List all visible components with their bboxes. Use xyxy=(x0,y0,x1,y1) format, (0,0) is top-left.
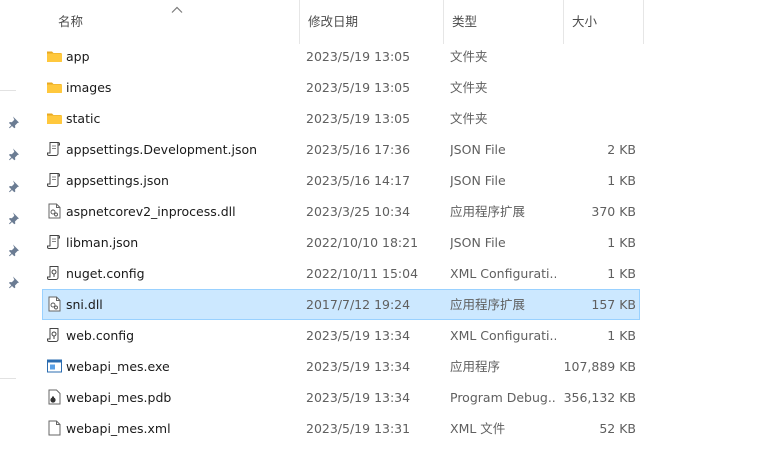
pin-icon[interactable] xyxy=(8,211,22,225)
pin-icon[interactable] xyxy=(8,243,22,257)
dll-file-icon xyxy=(46,197,64,226)
navigation-pane-edge xyxy=(0,0,24,464)
file-name: webapi_mes.xml xyxy=(66,421,171,436)
file-modified-date: 2023/5/19 13:05 xyxy=(306,111,411,126)
file-size: 2 KB xyxy=(607,142,636,157)
file-size: 1 KB xyxy=(607,328,636,343)
file-row[interactable]: webapi_mes.pdb 2023/5/19 13:34 Program Deb… xyxy=(42,382,640,413)
column-header-size-label: 大小 xyxy=(572,14,598,29)
file-name: nuget.config xyxy=(66,266,145,281)
file-type: JSON File xyxy=(450,173,506,188)
file-type: 应用程序 xyxy=(450,359,501,374)
file-row[interactable]: libman.json 2022/10/10 18:21 JSON File 1 KB xyxy=(42,227,640,258)
json-file-icon xyxy=(46,228,64,257)
folder-icon xyxy=(46,42,64,71)
file-modified-date: 2023/5/19 13:05 xyxy=(306,49,411,64)
file-name: webapi_mes.pdb xyxy=(66,390,172,405)
file-type: XML Configurati... xyxy=(450,328,556,343)
folder-icon xyxy=(46,73,64,102)
file-type: 文件夹 xyxy=(450,49,488,64)
file-name: appsettings.json xyxy=(66,173,169,188)
file-row[interactable]: nuget.config 2022/10/11 15:04 XML Configur… xyxy=(42,258,640,289)
nav-divider xyxy=(0,378,16,379)
file-modified-date: 2023/5/16 14:17 xyxy=(306,173,411,188)
file-modified-date: 2023/5/19 13:34 xyxy=(306,359,411,374)
column-header-type-label: 类型 xyxy=(452,14,478,29)
file-name: webapi_mes.exe xyxy=(66,359,170,374)
file-size: 1 KB xyxy=(607,266,636,281)
exe-file-icon xyxy=(46,352,64,381)
file-name: images xyxy=(66,80,112,95)
file-modified-date: 2023/5/19 13:34 xyxy=(306,328,411,343)
file-row[interactable]: images 2023/5/19 13:05 文件夹 xyxy=(42,72,640,103)
pin-icon[interactable] xyxy=(8,179,22,193)
file-row[interactable]: aspnetcorev2_inprocess.dll 2023/3/25 10:3… xyxy=(42,196,640,227)
file-modified-date: 2017/7/12 19:24 xyxy=(306,297,411,312)
file-type: Program Debug... xyxy=(450,390,556,405)
file-type: 应用程序扩展 xyxy=(450,297,526,312)
file-type: 应用程序扩展 xyxy=(450,204,526,219)
json-file-icon xyxy=(46,166,64,195)
file-size: 370 KB xyxy=(591,204,636,219)
file-modified-date: 2022/10/10 18:21 xyxy=(306,235,419,250)
column-header-date-label: 修改日期 xyxy=(308,14,359,29)
folder-icon xyxy=(46,104,64,133)
file-explorer-window: 名称 修改日期 类型 大小 app 2023/5/19 13:05 文件夹 image… xyxy=(0,0,776,464)
file-size xyxy=(560,42,636,71)
file-type: 文件夹 xyxy=(450,80,488,95)
file-row[interactable]: appsettings.json 2023/5/16 14:17 JSON File… xyxy=(42,165,640,196)
nav-divider xyxy=(0,90,16,91)
file-row[interactable]: web.config 2023/5/19 13:34 XML Configurati… xyxy=(42,320,640,351)
file-type: JSON File xyxy=(450,235,506,250)
file-row[interactable]: sni.dll 2017/7/12 19:24 应用程序扩展 157 KB xyxy=(42,289,640,320)
config-file-icon xyxy=(46,259,64,288)
file-name: web.config xyxy=(66,328,135,343)
file-modified-date: 2023/5/19 13:31 xyxy=(306,421,411,436)
file-row[interactable]: static 2023/5/19 13:05 文件夹 xyxy=(42,103,640,134)
column-header: 名称 修改日期 类型 大小 xyxy=(42,0,762,44)
file-name: libman.json xyxy=(66,235,139,250)
column-header-name-label: 名称 xyxy=(58,14,84,29)
pin-icon[interactable] xyxy=(8,275,22,289)
file-modified-date: 2023/5/19 13:34 xyxy=(306,390,411,405)
file-modified-date: 2022/10/11 15:04 xyxy=(306,266,419,281)
column-header-date[interactable]: 修改日期 xyxy=(300,0,444,44)
column-header-type[interactable]: 类型 xyxy=(444,0,564,44)
config-file-icon xyxy=(46,321,64,350)
file-size: 1 KB xyxy=(607,235,636,250)
file-size xyxy=(560,104,636,133)
file-name: appsettings.Development.json xyxy=(66,142,258,157)
file-size: 1 KB xyxy=(607,173,636,188)
file-row[interactable]: webapi_mes.xml 2023/5/19 13:31 XML 文件 52 KB xyxy=(42,413,640,444)
pin-icon[interactable] xyxy=(8,115,22,129)
pin-icon[interactable] xyxy=(8,147,22,161)
file-type: 文件夹 xyxy=(450,111,488,126)
file-name: static xyxy=(66,111,101,126)
file-size: 107,889 KB xyxy=(563,359,636,374)
file-type: XML 文件 xyxy=(450,421,506,436)
pdb-file-icon xyxy=(46,383,64,412)
file-size: 52 KB xyxy=(599,421,636,436)
file-type: JSON File xyxy=(450,142,506,157)
file-size: 157 KB xyxy=(591,297,636,312)
file-size: 356,132 KB xyxy=(563,390,636,405)
file-row[interactable]: webapi_mes.exe 2023/5/19 13:34 应用程序 107,889… xyxy=(42,351,640,382)
sort-ascending-icon xyxy=(171,6,183,13)
file-size xyxy=(560,73,636,102)
json-file-icon xyxy=(46,135,64,164)
file-row[interactable]: appsettings.Development.json 2023/5/16 17… xyxy=(42,134,640,165)
file-modified-date: 2023/5/16 17:36 xyxy=(306,142,411,157)
file-modified-date: 2023/3/25 10:34 xyxy=(306,204,411,219)
file-name: sni.dll xyxy=(66,297,103,312)
file-name: app xyxy=(66,49,90,64)
dll-file-icon xyxy=(46,290,64,319)
file-type: XML Configurati... xyxy=(450,266,556,281)
file-name: aspnetcorev2_inprocess.dll xyxy=(66,204,236,219)
file-list: app 2023/5/19 13:05 文件夹 images 2023/5/19 13:… xyxy=(42,41,640,444)
column-header-size[interactable]: 大小 xyxy=(564,0,644,44)
file-row[interactable]: app 2023/5/19 13:05 文件夹 xyxy=(42,41,640,72)
xml-file-icon xyxy=(46,414,64,443)
file-modified-date: 2023/5/19 13:05 xyxy=(306,80,411,95)
